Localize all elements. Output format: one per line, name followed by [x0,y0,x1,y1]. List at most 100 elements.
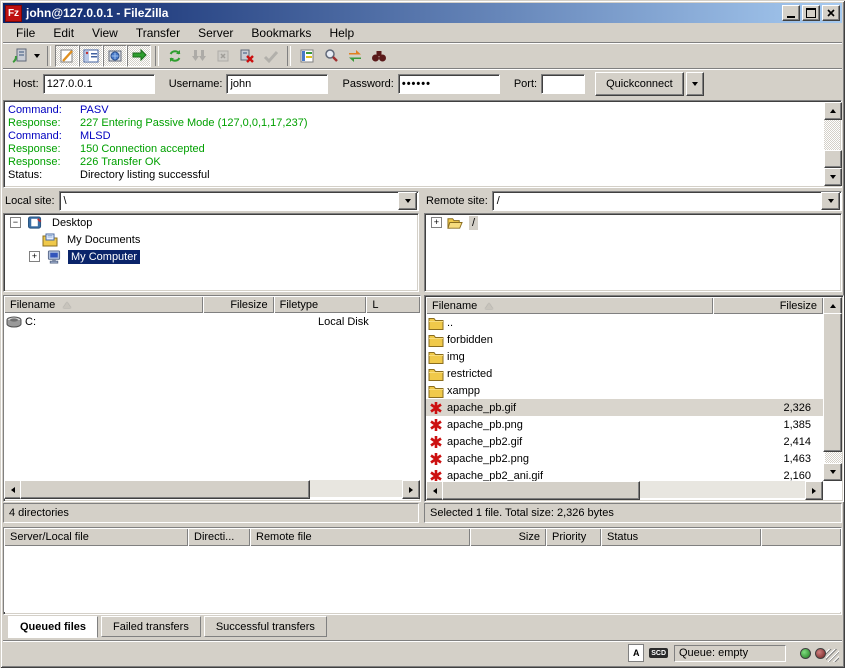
remote-site-combo[interactable]: / [492,191,842,211]
arrow-down-icon [830,470,836,474]
local-site-dropdown[interactable] [398,192,417,210]
tab-successful-transfers[interactable]: Successful transfers [204,616,327,637]
file-name: apache_pb2.png [447,453,706,465]
remote-file-row[interactable]: xampp [426,382,823,399]
menu-bookmarks[interactable]: Bookmarks [242,25,320,41]
close-button[interactable] [822,5,840,21]
remote-horizontal-scrollbar[interactable] [426,481,823,498]
file-size: 2,160 [706,470,823,482]
remote-file-row[interactable]: apache_pb2.gif 2,414 [426,433,823,450]
remote-file-row[interactable]: apache_pb2.png 1,463 [426,450,823,467]
remote-file-row[interactable]: img [426,348,823,365]
local-horizontal-scrollbar[interactable] [4,480,420,497]
scroll-down-button[interactable] [823,463,842,481]
arrow-left-icon [11,487,15,493]
scroll-right-button[interactable] [805,481,823,500]
column-status[interactable]: Status [601,528,761,546]
remote-file-row[interactable]: forbidden [426,331,823,348]
titlebar[interactable]: Fz john@127.0.0.1 - FileZilla [3,3,842,23]
column-last-modified[interactable]: L [366,296,420,313]
find-files-button[interactable] [367,45,391,67]
queue-body[interactable] [4,546,841,612]
tree-item-desktop[interactable]: − Desktop [4,214,418,231]
toggle-remote-tree-button[interactable] [103,45,127,67]
menu-server[interactable]: Server [189,25,242,41]
log-scrollbar[interactable] [824,102,840,186]
menu-file[interactable]: File [7,25,44,41]
chevron-down-icon [692,82,698,86]
remote-file-row[interactable]: .. [426,314,823,331]
column-direction[interactable]: Directi... [188,528,250,546]
chevron-down-icon [405,199,411,203]
tree-item-root[interactable]: + / [425,214,841,231]
scroll-thumb[interactable] [20,480,310,499]
image-file-icon [428,469,444,482]
expand-icon[interactable]: + [29,251,40,262]
resize-grip[interactable] [826,649,839,662]
expand-icon[interactable]: + [431,217,442,228]
remote-file-row[interactable]: restricted [426,365,823,382]
tab-queued-files[interactable]: Queued files [8,616,98,638]
site-manager-button[interactable] [7,45,31,67]
reconnect-button[interactable] [259,45,283,67]
quickconnect-button[interactable]: Quickconnect [595,72,684,96]
scroll-thumb[interactable] [824,150,842,168]
column-filename[interactable]: Filename [4,296,203,313]
host-input[interactable] [43,74,155,94]
scroll-thumb[interactable] [442,481,640,500]
tree-item-label: My Documents [64,233,143,247]
remote-vertical-scrollbar[interactable] [825,297,842,481]
remote-file-row[interactable]: apache_pb2_ani.gif 2,160 [426,467,823,481]
local-file-row[interactable]: C: Local Disk [4,313,420,330]
column-filesize[interactable]: Filesize [203,296,273,313]
column-size[interactable]: Size [470,528,546,546]
toggle-transfer-queue-button[interactable] [127,45,151,67]
password-input[interactable] [398,74,500,94]
site-manager-dropdown[interactable] [31,45,43,67]
collapse-icon[interactable]: − [10,217,21,228]
column-filename[interactable]: Filename [426,297,713,314]
toggle-local-tree-button[interactable] [79,45,103,67]
menu-help[interactable]: Help [320,25,363,41]
scroll-thumb[interactable] [823,313,842,452]
synchronized-browsing-button[interactable] [343,45,367,67]
cancel-operation-button[interactable] [211,45,235,67]
remote-site-dropdown[interactable] [821,192,840,210]
scroll-up-button[interactable] [824,102,842,120]
username-input[interactable] [226,74,328,94]
column-server-local-file[interactable]: Server/Local file [4,528,188,546]
maximize-button[interactable] [802,5,820,21]
column-filesize[interactable]: Filesize [713,297,823,314]
local-site-combo[interactable]: \ [59,191,419,211]
scroll-down-button[interactable] [824,168,842,186]
tab-failed-transfers[interactable]: Failed transfers [101,616,201,637]
toggle-message-log-button[interactable] [55,45,79,67]
transfer-type-icon[interactable]: A [628,644,644,662]
remote-file-row-selected[interactable]: apache_pb.gif 2,326 [426,399,823,416]
minimize-button[interactable] [782,5,800,21]
local-list-header: Filename Filesize Filetype L [4,296,420,313]
process-queue-button[interactable] [187,45,211,67]
quickconnect-dropdown[interactable] [686,72,704,96]
tree-item-my-documents[interactable]: My Documents [4,231,418,248]
speed-limit-icon[interactable]: SCD [649,648,668,658]
sort-ascending-icon [63,302,71,308]
filter-button[interactable] [295,45,319,67]
scroll-right-button[interactable] [402,480,420,499]
sort-ascending-icon [485,303,493,309]
disconnect-button[interactable] [235,45,259,67]
directory-comparison-button[interactable] [319,45,343,67]
tree-item-my-computer[interactable]: + My Computer [4,248,418,265]
column-filetype[interactable]: Filetype [274,296,367,313]
column-remote-file[interactable]: Remote file [250,528,470,546]
toolbar-separator [287,46,291,66]
arrow-up-icon [830,109,836,113]
menu-edit[interactable]: Edit [44,25,83,41]
menu-transfer[interactable]: Transfer [127,25,189,41]
folder-icon [428,350,444,364]
menu-view[interactable]: View [83,25,127,41]
port-input[interactable] [541,74,585,94]
remote-file-row[interactable]: apache_pb.png 1,385 [426,416,823,433]
column-priority[interactable]: Priority [546,528,601,546]
refresh-button[interactable] [163,45,187,67]
